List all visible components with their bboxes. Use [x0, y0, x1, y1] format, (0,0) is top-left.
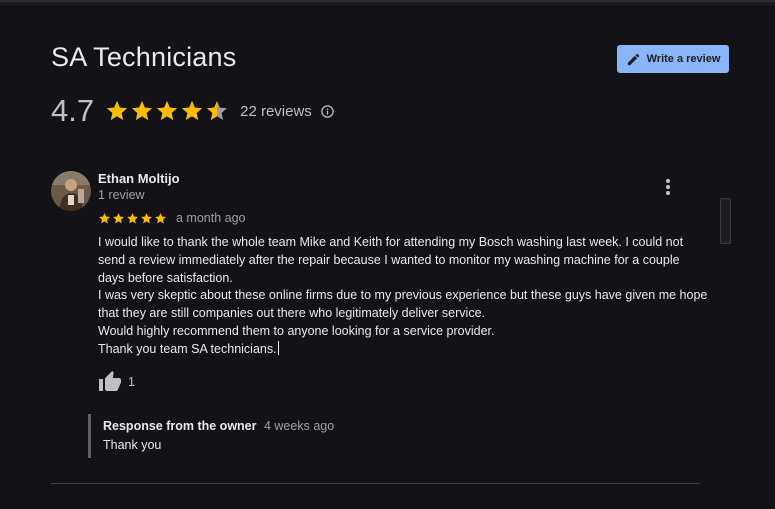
- star-icon: [182, 101, 203, 120]
- like-button[interactable]: 1: [98, 370, 135, 394]
- reviews-count[interactable]: 22 reviews: [240, 103, 312, 120]
- write-review-label: Write a review: [646, 53, 721, 65]
- review-text: I would like to thank the whole team Mik…: [98, 234, 708, 359]
- pencil-icon: [627, 53, 639, 65]
- reviewer-name[interactable]: Ethan Moltijo: [98, 171, 180, 186]
- star-icon: [113, 212, 124, 223]
- page-title: SA Technicians: [51, 42, 237, 72]
- owner-response-text: Thank you: [103, 438, 162, 452]
- review-paragraph-last: Thank you team SA technicians.: [98, 340, 708, 359]
- scrollbar-thumb[interactable]: [720, 198, 731, 244]
- review-paragraph: I was very skeptic about these online fi…: [98, 288, 708, 321]
- rating-summary: 4.7 22 reviews: [51, 91, 335, 131]
- review-stars: [98, 212, 167, 225]
- review-time: a month ago: [176, 211, 246, 225]
- owner-response-time: 4 weeks ago: [263, 419, 335, 433]
- owner-response: Response from the owner 4 weeks ago Than…: [88, 414, 488, 458]
- rating-value: 4.7: [51, 93, 95, 128]
- divider: [51, 483, 700, 484]
- reviewer-review-count: 1 review: [98, 188, 145, 202]
- avatar[interactable]: [51, 171, 91, 211]
- review-rating: a month ago: [98, 211, 246, 225]
- star-icon: [157, 101, 178, 120]
- thumb-up-icon: [99, 371, 121, 391]
- review-paragraph: Would highly recommend them to anyone lo…: [98, 323, 495, 338]
- owner-response-header: Response from the owner 4 weeks ago: [103, 419, 488, 433]
- owner-response-label: Response from the owner: [103, 419, 257, 433]
- star-icon: [99, 212, 110, 223]
- star-icon: [141, 212, 152, 223]
- write-review-button[interactable]: Write a review: [617, 45, 729, 73]
- review-paragraph: Thank you team SA technicians.: [98, 341, 277, 356]
- review-paragraph: I would like to thank the whole team Mik…: [98, 235, 684, 285]
- top-edge: [0, 2, 775, 5]
- star-icon: [132, 101, 153, 120]
- more-vert-icon[interactable]: [660, 178, 676, 196]
- rating-stars: [105, 99, 229, 123]
- reviews-panel: SA Technicians Write a review 4.7 22 rev…: [0, 0, 775, 509]
- info-icon[interactable]: [320, 104, 335, 119]
- like-count: 1: [128, 375, 135, 389]
- star-icon: [127, 212, 138, 223]
- text-caret: [277, 340, 279, 355]
- star-icon: [155, 212, 166, 223]
- half-star-icon: [207, 101, 228, 120]
- star-icon: [107, 101, 128, 120]
